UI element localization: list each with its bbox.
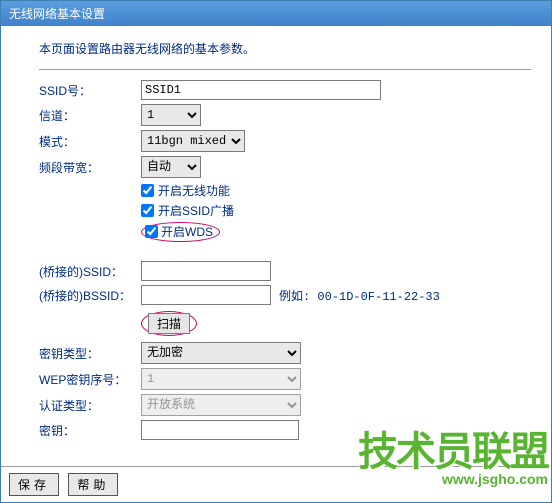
- intro-text: 本页面设置路由器无线网络的基本参数。: [39, 40, 531, 57]
- scan-highlight-ellipse: 扫描: [141, 311, 197, 336]
- row-wep-index: WEP密钥序号： 1: [39, 368, 531, 390]
- row-auth-type: 认证类型： 开放系统: [39, 394, 531, 416]
- key-input[interactable]: [141, 420, 299, 440]
- row-channel: 信道： 1: [39, 104, 531, 126]
- row-scan: 扫描: [141, 311, 531, 336]
- row-mode: 模式： 11bgn mixed: [39, 130, 531, 152]
- divider-1: [39, 69, 531, 70]
- key-label: 密钥：: [39, 422, 141, 439]
- wep-index-label: WEP密钥序号：: [39, 371, 141, 388]
- row-enable-wds: 开启WDS: [141, 222, 531, 242]
- bandwidth-label: 频段带宽：: [39, 159, 141, 176]
- footer-bar: 保存 帮助: [1, 466, 551, 502]
- channel-label: 信道：: [39, 107, 141, 124]
- mode-label: 模式：: [39, 133, 141, 150]
- auth-type-label: 认证类型：: [39, 397, 141, 414]
- enable-ssid-bcast-label: 开启SSID广播: [158, 202, 234, 219]
- auth-type-select: 开放系统: [141, 394, 301, 416]
- bssid-hint: 例如: 00-1D-0F-11-22-33: [279, 287, 440, 304]
- bridge-bssid-label: (桥接的)BSSID：: [39, 287, 141, 304]
- row-key: 密钥：: [39, 420, 531, 440]
- enable-wds-label: 开启WDS: [161, 223, 213, 240]
- ssid-label: SSID号：: [39, 82, 141, 99]
- row-bridge-ssid: (桥接的)SSID：: [39, 261, 531, 281]
- wep-index-select: 1: [141, 368, 301, 390]
- row-enable-ssid-bcast: 开启SSID广播: [141, 202, 531, 219]
- channel-select[interactable]: 1: [141, 104, 201, 126]
- settings-panel: 无线网络基本设置 本页面设置路由器无线网络的基本参数。 SSID号： 信道： 1…: [0, 0, 552, 503]
- key-type-label: 密钥类型：: [39, 345, 141, 362]
- row-ssid: SSID号：: [39, 80, 531, 100]
- row-bridge-bssid: (桥接的)BSSID： 例如: 00-1D-0F-11-22-33: [39, 285, 531, 305]
- enable-wds-checkbox[interactable]: [145, 225, 158, 238]
- enable-ssid-bcast-checkbox[interactable]: [141, 204, 154, 217]
- bridge-bssid-input[interactable]: [141, 285, 271, 305]
- panel-content: 本页面设置路由器无线网络的基本参数。 SSID号： 信道： 1 模式： 11bg…: [1, 26, 551, 452]
- bridge-ssid-input[interactable]: [141, 261, 271, 281]
- enable-wifi-checkbox[interactable]: [141, 184, 154, 197]
- scan-button[interactable]: 扫描: [148, 313, 190, 334]
- wds-highlight-ellipse: 开启WDS: [141, 222, 220, 242]
- row-enable-wifi: 开启无线功能: [141, 182, 531, 199]
- row-key-type: 密钥类型： 无加密: [39, 342, 531, 364]
- panel-title: 无线网络基本设置: [1, 1, 551, 26]
- key-type-select[interactable]: 无加密: [141, 342, 301, 364]
- row-bandwidth: 频段带宽： 自动: [39, 156, 531, 178]
- save-button[interactable]: 保存: [9, 473, 59, 496]
- help-button[interactable]: 帮助: [68, 473, 118, 496]
- bridge-ssid-label: (桥接的)SSID：: [39, 263, 141, 280]
- ssid-input[interactable]: [141, 80, 381, 100]
- bandwidth-select[interactable]: 自动: [141, 156, 201, 178]
- mode-select[interactable]: 11bgn mixed: [141, 130, 245, 152]
- enable-wifi-label: 开启无线功能: [158, 182, 230, 199]
